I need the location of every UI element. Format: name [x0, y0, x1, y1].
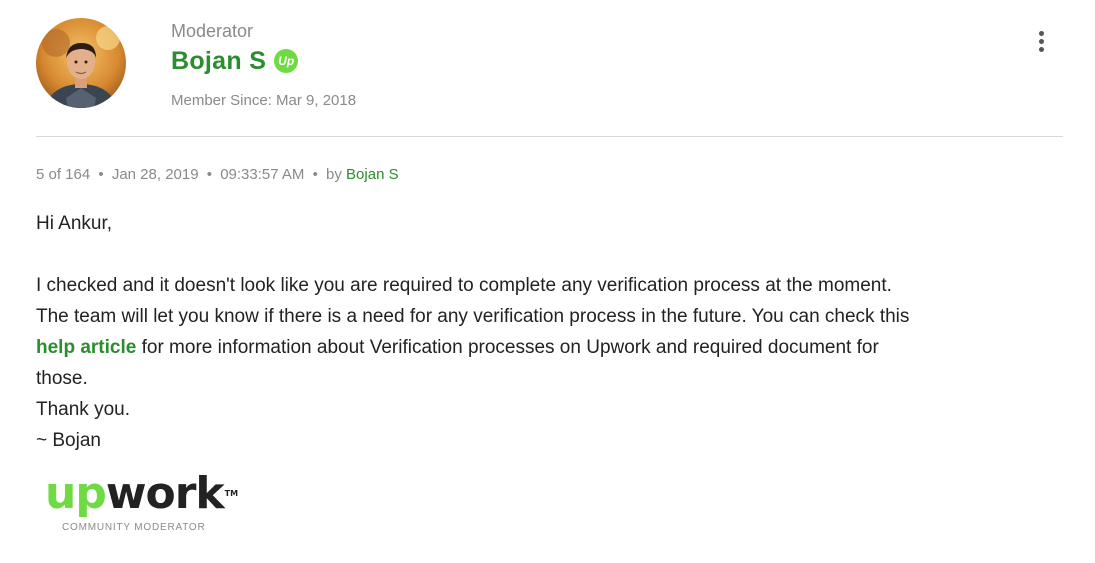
member-since: Member Since: Mar 9, 2018 — [171, 92, 357, 109]
post-paragraph-line: those. — [36, 368, 88, 389]
post-body: Hi Ankur, I checked and it doesn't look … — [36, 208, 1066, 456]
post-author-link[interactable]: Bojan S — [346, 166, 399, 183]
logo-up: up — [45, 468, 107, 519]
meta-separator: • — [98, 166, 104, 183]
author-name-row: Bojan S Up — [171, 46, 356, 76]
post-thanks: Thank you. — [36, 399, 130, 420]
logo-work: work — [105, 468, 225, 519]
author-info: Moderator Bojan S Up Member Since: Mar 9… — [171, 20, 356, 109]
help-article-link[interactable]: help article — [36, 337, 136, 358]
meta-separator: • — [312, 166, 318, 183]
avatar[interactable] — [36, 18, 126, 108]
meta-separator: • — [206, 166, 213, 183]
upwork-logo: upworkTM — [45, 468, 239, 519]
upwork-badge-icon: Up — [274, 49, 299, 73]
post-signoff: ~ Bojan — [36, 430, 101, 451]
divider — [36, 136, 1063, 137]
post-text: for more information about Verification … — [136, 337, 879, 358]
post-meta: 5 of 164 • Jan 28, 2019 • 09:33:57 AM • … — [36, 166, 399, 183]
logo-subtitle: COMMUNITY MODERATOR — [62, 522, 206, 533]
post-paragraph-line: I checked and it doesn't look like you a… — [36, 275, 892, 296]
post-paragraph-line: help article for more information about … — [36, 332, 1066, 363]
logo-tm: TM — [224, 489, 239, 498]
post-date: Jan 28, 2019 — [111, 166, 199, 183]
upwork-community-moderator-logo: upworkTM COMMUNITY MODERATOR — [45, 468, 239, 540]
post-position: 5 of 164 — [36, 166, 91, 183]
post-paragraph-line: The team will let you know if there is a… — [36, 306, 910, 327]
author-role: Moderator — [171, 21, 254, 41]
more-vertical-icon[interactable] — [1036, 31, 1046, 57]
by-label: by — [326, 166, 342, 183]
post-greeting: Hi Ankur, — [36, 213, 113, 234]
author-header: Moderator Bojan S Up Member Since: Mar 9… — [36, 18, 1066, 118]
post-time: 09:33:57 AM — [220, 166, 305, 183]
author-name-link[interactable]: Bojan S — [171, 47, 266, 76]
